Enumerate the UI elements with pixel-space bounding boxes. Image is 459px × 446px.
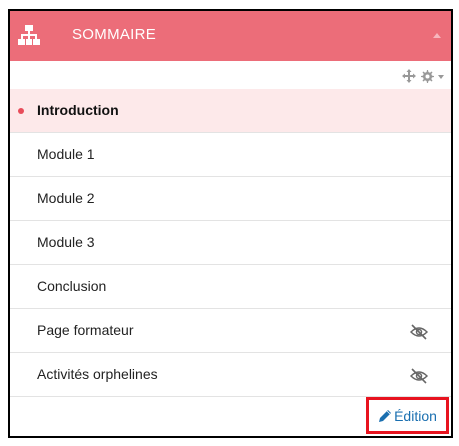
menu-item-page-formateur[interactable]: Page formateur xyxy=(10,309,451,353)
chevron-down-icon[interactable] xyxy=(438,75,444,79)
edit-label: Édition xyxy=(394,407,437,424)
edit-button[interactable]: Édition xyxy=(366,397,449,434)
menu-item-introduction[interactable]: Introduction xyxy=(10,89,451,133)
active-bullet-icon xyxy=(18,108,24,114)
menu-item-module-1[interactable]: Module 1 xyxy=(10,133,451,177)
block-title: SOMMAIRE xyxy=(72,26,157,43)
move-arrows-icon[interactable] xyxy=(402,69,416,83)
menu-item-label: Introduction xyxy=(37,102,119,118)
eye-slash-icon xyxy=(410,324,428,340)
menu-item-module-3[interactable]: Module 3 xyxy=(10,221,451,265)
eye-slash-icon xyxy=(410,368,428,384)
menu-item-label: Module 3 xyxy=(37,234,95,250)
menu-item-activites-orphelines[interactable]: Activités orphelines xyxy=(10,353,451,397)
sitemap-icon xyxy=(18,25,40,45)
menu-item-module-2[interactable]: Module 2 xyxy=(10,177,451,221)
menu-item-label: Module 1 xyxy=(37,146,95,162)
collapse-icon[interactable] xyxy=(433,33,441,38)
block-footer: Édition xyxy=(10,397,451,436)
menu-item-label: Module 2 xyxy=(37,190,95,206)
menu-item-label: Page formateur xyxy=(37,322,134,338)
pencil-icon xyxy=(379,409,392,422)
menu-item-label: Activités orphelines xyxy=(37,366,158,382)
gear-icon[interactable] xyxy=(419,68,435,84)
menu-item-label: Conclusion xyxy=(37,278,107,294)
menu-item-conclusion[interactable]: Conclusion xyxy=(10,265,451,309)
summary-block: SOMMAIRE Introduction Module 1 Module 2 … xyxy=(8,9,453,438)
block-header[interactable]: SOMMAIRE xyxy=(10,11,451,61)
summary-menu: Introduction Module 1 Module 2 Module 3 … xyxy=(10,89,451,397)
